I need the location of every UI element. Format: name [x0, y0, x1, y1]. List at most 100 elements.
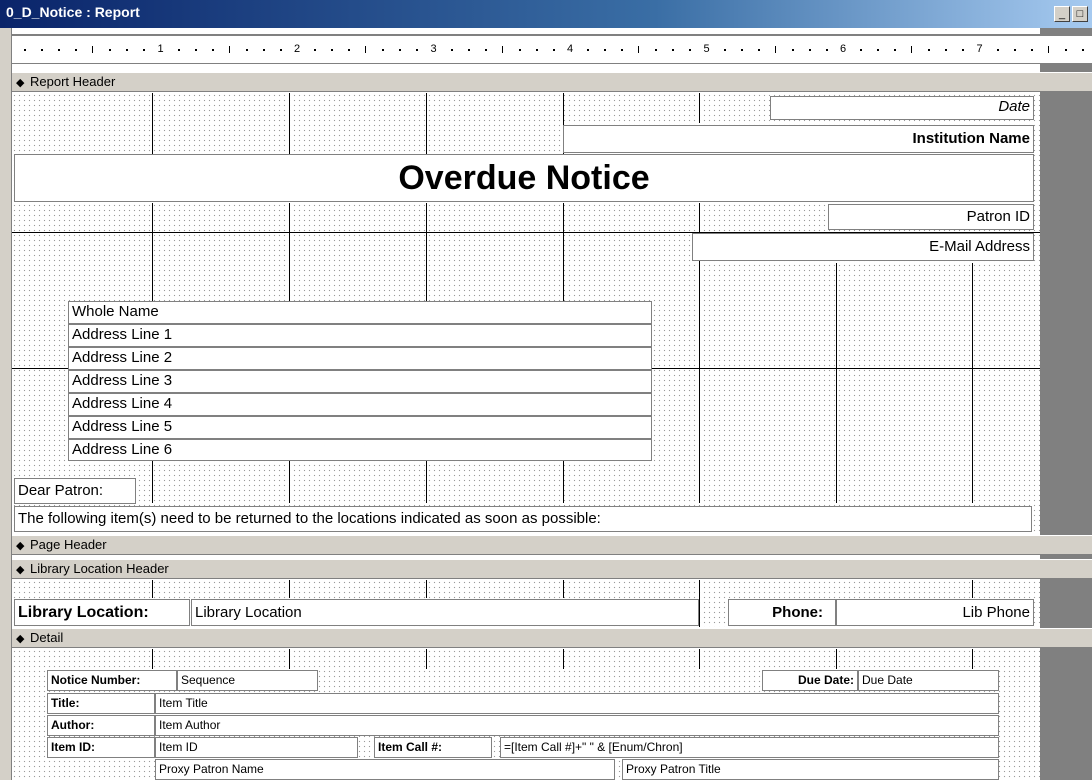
proxy-patron-name-field[interactable]: Proxy Patron Name — [155, 759, 615, 780]
ruler-number: 4 — [567, 43, 574, 55]
grid-line — [699, 93, 700, 123]
item-id-field[interactable]: Item ID — [155, 737, 358, 758]
due-date-label[interactable]: Due Date: — [762, 670, 858, 691]
patron-id-field[interactable]: Patron ID — [828, 204, 1034, 230]
ruler-dot — [655, 49, 658, 51]
notice-number-field[interactable]: Sequence — [177, 670, 318, 691]
ruler-dot — [518, 49, 521, 51]
address-line-6-field[interactable]: Address Line 6 — [68, 439, 652, 461]
ruler-dot — [416, 49, 419, 51]
author-label[interactable]: Author: — [47, 715, 155, 736]
dear-patron-label[interactable]: Dear Patron: — [14, 478, 136, 504]
institution-name-field[interactable]: Institution Name — [563, 125, 1034, 153]
ruler-tick — [92, 46, 94, 53]
item-call-label[interactable]: Item Call #: — [374, 737, 492, 758]
ruler-dot — [450, 49, 453, 51]
ruler-dot — [348, 49, 351, 51]
ruler-dot — [399, 49, 402, 51]
minimize-button[interactable]: _ — [1054, 6, 1070, 22]
address-line-1-field[interactable]: Address Line 1 — [68, 324, 652, 347]
ruler-tick — [774, 46, 776, 53]
item-id-label[interactable]: Item ID: — [47, 737, 155, 758]
item-title-field[interactable]: Item Title — [155, 693, 999, 714]
window-title-bar[interactable] — [0, 0, 1092, 28]
ruler-dot — [587, 49, 590, 51]
ruler-dot — [860, 49, 863, 51]
horizontal-ruler: 1 2 3 4 5 6 7 — [12, 34, 1092, 64]
date-field[interactable]: Date — [770, 96, 1034, 120]
section-label: Report Header — [30, 74, 116, 89]
ruler-dot — [672, 49, 675, 51]
ruler-number: 6 — [840, 43, 847, 55]
maximize-button[interactable]: □ — [1072, 6, 1088, 22]
ruler-dot — [757, 49, 760, 51]
ruler-dot — [75, 49, 78, 51]
grid-line — [972, 580, 973, 598]
library-location-field[interactable]: Library Location — [191, 599, 699, 626]
grid-line — [152, 93, 153, 155]
section-bar-library-location-header[interactable]: ◆ Library Location Header — [12, 559, 1092, 579]
section-bar-report-header[interactable]: ◆ Report Header — [12, 72, 1092, 92]
ruler-number: 2 — [294, 43, 301, 55]
email-address-field[interactable]: E-Mail Address — [692, 233, 1034, 261]
ruler-dot — [41, 49, 44, 51]
report-title-label[interactable]: Overdue Notice — [14, 154, 1034, 202]
whole-name-field[interactable]: Whole Name — [68, 301, 652, 324]
message-label[interactable]: The following item(s) need to be returne… — [14, 506, 1032, 532]
ruler-dot — [825, 49, 828, 51]
ruler-dot — [177, 49, 180, 51]
ruler-dot — [894, 49, 897, 51]
ruler-number: 5 — [703, 43, 710, 55]
address-line-5-field[interactable]: Address Line 5 — [68, 416, 652, 439]
grid-line — [972, 263, 973, 503]
title-label[interactable]: Title: — [47, 693, 155, 714]
grid-line — [426, 580, 427, 598]
ruler-dot — [245, 49, 248, 51]
section-marker-icon: ◆ — [16, 540, 25, 552]
section-bar-page-header[interactable]: ◆ Page Header — [12, 535, 1092, 555]
ruler-number: 7 — [976, 43, 983, 55]
item-call-expression-field[interactable]: =[Item Call #]+" " & [Enum/Chron] — [500, 737, 999, 758]
ruler-dot — [552, 49, 555, 51]
grid-line — [426, 93, 427, 155]
ruler-dot — [194, 49, 197, 51]
address-line-2-field[interactable]: Address Line 2 — [68, 347, 652, 370]
ruler-dot — [1081, 49, 1084, 51]
section-marker-icon: ◆ — [16, 564, 25, 576]
window-left-frame — [0, 28, 12, 780]
ruler-dot — [143, 49, 146, 51]
ruler-dot — [1064, 49, 1067, 51]
ruler-dot — [945, 49, 948, 51]
grid-line — [972, 649, 973, 669]
ruler-dot — [262, 49, 265, 51]
ruler-dot — [877, 49, 880, 51]
ruler-number: 3 — [430, 43, 437, 55]
ruler-dot — [996, 49, 999, 51]
due-date-field[interactable]: Due Date — [858, 670, 999, 691]
ruler-dot — [109, 49, 112, 51]
report-canvas-gray-area — [1040, 28, 1092, 780]
section-label: Library Location Header — [30, 561, 169, 576]
proxy-patron-title-field[interactable]: Proxy Patron Title — [622, 759, 999, 780]
grid-line — [152, 649, 153, 669]
ruler-dot — [382, 49, 385, 51]
item-author-field[interactable]: Item Author — [155, 715, 999, 736]
library-phone-field[interactable]: Lib Phone — [836, 599, 1034, 626]
library-location-label[interactable]: Library Location: — [14, 599, 190, 626]
address-line-3-field[interactable]: Address Line 3 — [68, 370, 652, 393]
ruler-tick — [501, 46, 503, 53]
section-bar-detail[interactable]: ◆ Detail — [12, 628, 1092, 648]
notice-number-label[interactable]: Notice Number: — [47, 670, 177, 691]
grid-line — [152, 580, 153, 598]
grid-line — [699, 649, 700, 669]
section-label: Page Header — [30, 537, 107, 552]
phone-label[interactable]: Phone: — [728, 599, 836, 626]
ruler-tick — [228, 46, 230, 53]
ruler-dot — [621, 49, 624, 51]
ruler-dot — [58, 49, 61, 51]
ruler-dot — [484, 49, 487, 51]
ruler-dot — [689, 49, 692, 51]
section-marker-icon: ◆ — [16, 77, 25, 89]
address-line-4-field[interactable]: Address Line 4 — [68, 393, 652, 416]
section-marker-icon: ◆ — [16, 633, 25, 645]
